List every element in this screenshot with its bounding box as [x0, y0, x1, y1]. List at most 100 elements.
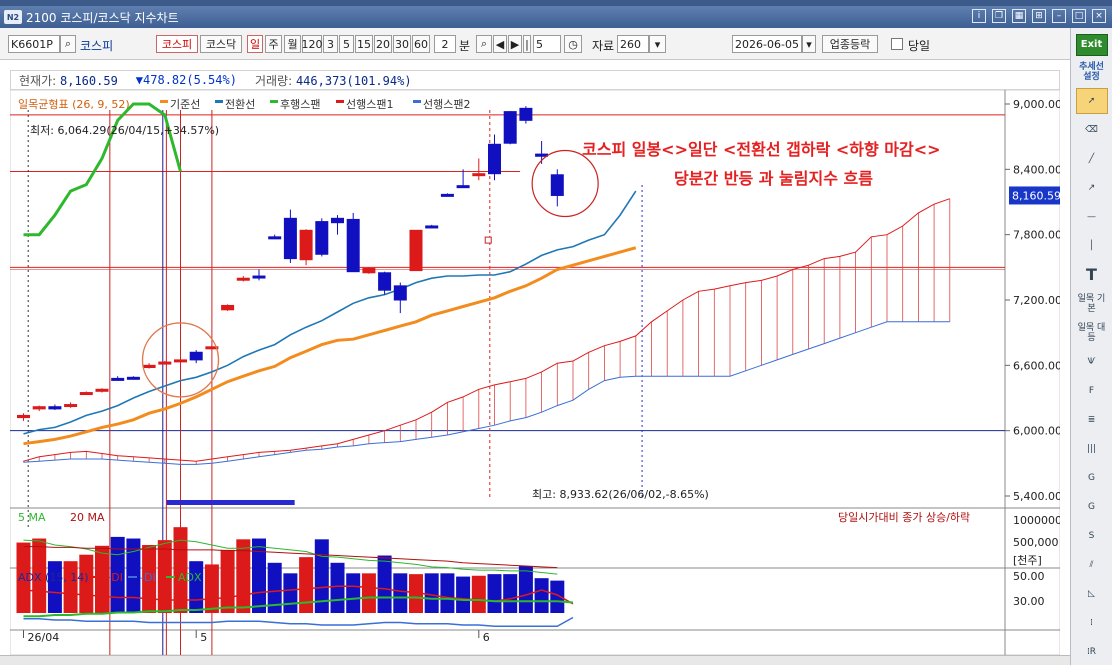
candle [440, 193, 454, 197]
period-20-button[interactable]: 20 [374, 35, 392, 53]
cursor-icon[interactable]: ➚ [1075, 88, 1108, 114]
volume-bar [471, 575, 486, 613]
code-input[interactable]: K6601P [8, 35, 60, 53]
levels-icon[interactable]: ≣ [1076, 407, 1108, 433]
restore-icon[interactable]: ❐ [992, 9, 1006, 23]
minimize-icon[interactable]: – [1052, 9, 1066, 23]
volume-bar [456, 576, 471, 613]
search-icon[interactable]: ⌕ [60, 35, 76, 53]
legend-swatch-2 [270, 100, 278, 103]
low-annotation: 최저: 6,064.29(26/04/15,+34.57%) [30, 124, 219, 137]
candle [346, 218, 360, 273]
x-tick-label: 5 [200, 631, 207, 644]
exit-button[interactable]: Exit [1075, 34, 1108, 56]
maximize-icon[interactable]: □ [1072, 9, 1086, 23]
speed-line-icon[interactable]: S [1076, 523, 1108, 549]
zoom-icon[interactable]: ⌕ [476, 35, 492, 53]
candle [299, 229, 313, 261]
volume-bar [361, 573, 376, 613]
eraser-icon[interactable]: ⌫ [1076, 117, 1108, 143]
candle [95, 388, 109, 392]
x-tick-label: 6 [483, 631, 490, 644]
sector-button[interactable]: 업종등락 [822, 35, 878, 53]
adx-legend-label: -DI [140, 571, 156, 584]
volume-bar [534, 578, 549, 613]
candle [221, 304, 235, 311]
arrow-line-icon[interactable]: ↗ [1076, 175, 1108, 201]
candle [472, 173, 486, 177]
ichimoku-equal-button[interactable]: 일목 대등 [1076, 320, 1108, 346]
info-icon[interactable]: i [972, 9, 986, 23]
horizontal-line-icon[interactable]: — [1076, 204, 1108, 230]
bars-icon[interactable]: ||| [1076, 436, 1108, 462]
adx-y-tick: 30.00 [1013, 595, 1045, 608]
ichimoku-basic-button[interactable]: 일목 기본 [1076, 291, 1108, 317]
minute-input[interactable]: 2 [434, 35, 456, 53]
fan-icon[interactable]: Ѱ [1076, 349, 1108, 375]
candle [32, 406, 46, 410]
period-week-button[interactable]: 주 [265, 35, 282, 53]
legend-swatch-1 [215, 100, 223, 103]
period-5-button[interactable]: 5 [339, 35, 354, 53]
y-tick-label: 6,600.00 [1013, 359, 1060, 372]
title-bar: N2 2100 코스피/코스닥 지수차트 i ❐ ▦ ⊞ – □ × [0, 6, 1112, 28]
legend-label-4: 선행스팬2 [423, 98, 470, 111]
legend-swatch-3 [336, 100, 344, 103]
candle [79, 392, 93, 396]
chevron-down-icon[interactable]: ▾ [649, 35, 666, 53]
text-tool-icon[interactable]: T [1076, 262, 1108, 288]
legend-title: 일목균형표 (26, 9, 52) [18, 97, 130, 111]
close-icon[interactable]: × [1092, 9, 1106, 23]
period-30-button[interactable]: 30 [393, 35, 411, 53]
volume-bar [330, 562, 345, 613]
y-tick-label: 9,000.00 [1013, 98, 1060, 111]
bottom-scrollbar[interactable] [0, 655, 1070, 665]
today-checkbox[interactable] [891, 38, 903, 50]
prev-icon[interactable]: ◀ [493, 35, 507, 53]
data-count-select[interactable]: 260 [617, 35, 649, 53]
parallel-lines-icon[interactable]: ⫽ [1076, 552, 1108, 578]
clock-icon[interactable]: ◷ [564, 35, 582, 53]
volume-bar [440, 573, 455, 613]
line-tool-icon[interactable]: ╱ [1076, 146, 1108, 172]
volume-ma5-label: 5 MA [18, 511, 46, 524]
grid-icon[interactable]: ▦ [1012, 9, 1026, 23]
triangle-icon[interactable]: ◺ [1076, 581, 1108, 607]
period-15-button[interactable]: 15 [355, 35, 373, 53]
candle [456, 185, 470, 189]
gann-icon[interactable]: G [1076, 465, 1108, 491]
volume-y-tick: 500,000 [1013, 536, 1059, 549]
period-120-button[interactable]: 120 [302, 35, 323, 53]
trendline-settings-button[interactable]: 추세선 설정 [1076, 59, 1108, 85]
step-input[interactable]: 5 [533, 35, 561, 53]
gann-fan-icon[interactable]: G [1076, 494, 1108, 520]
legend-label-3: 선행스팬1 [346, 98, 393, 111]
legend-label-2: 후행스팬 [280, 98, 320, 111]
chart-area[interactable]: 일목균형표 (26, 9, 52) 기준선 전환선 후행스팬 선행스팬1 선행스팬2 9,0… [10, 90, 1060, 655]
volume-y-tick: 1000000 [1013, 514, 1060, 527]
volume-bar [47, 561, 62, 613]
candle [236, 277, 250, 281]
candle [409, 229, 423, 272]
vertical-line-icon[interactable]: │ [1076, 233, 1108, 259]
today-label: 당일 [908, 39, 931, 53]
end-icon[interactable]: | [523, 35, 531, 53]
adx-legend-label: +DI [102, 571, 123, 584]
period-3-button[interactable]: 3 [323, 35, 338, 53]
period-60-button[interactable]: 60 [412, 35, 430, 53]
market-kosdaq-button[interactable]: 코스닥 [200, 35, 242, 53]
candle [252, 275, 266, 279]
volume-ma20-label: 20 MA [70, 511, 105, 524]
pin-icon[interactable]: ⊞ [1032, 9, 1046, 23]
fibonacci-icon[interactable]: F [1076, 378, 1108, 404]
current-price: 8,160.59 [60, 73, 118, 88]
cycle-right-icon[interactable]: ⁞R [1076, 639, 1108, 665]
market-kospi-button[interactable]: 코스피 [156, 35, 198, 53]
date-input[interactable]: 2026-06-05 [732, 35, 802, 53]
cycle-icon[interactable]: ⁞ [1076, 610, 1108, 636]
period-day-button[interactable]: 일 [247, 35, 263, 53]
next-icon[interactable]: ▶ [508, 35, 522, 53]
volume-marker-bar [166, 500, 295, 505]
period-month-button[interactable]: 월 [284, 35, 301, 53]
date-chevron-down-icon[interactable]: ▾ [802, 35, 816, 53]
